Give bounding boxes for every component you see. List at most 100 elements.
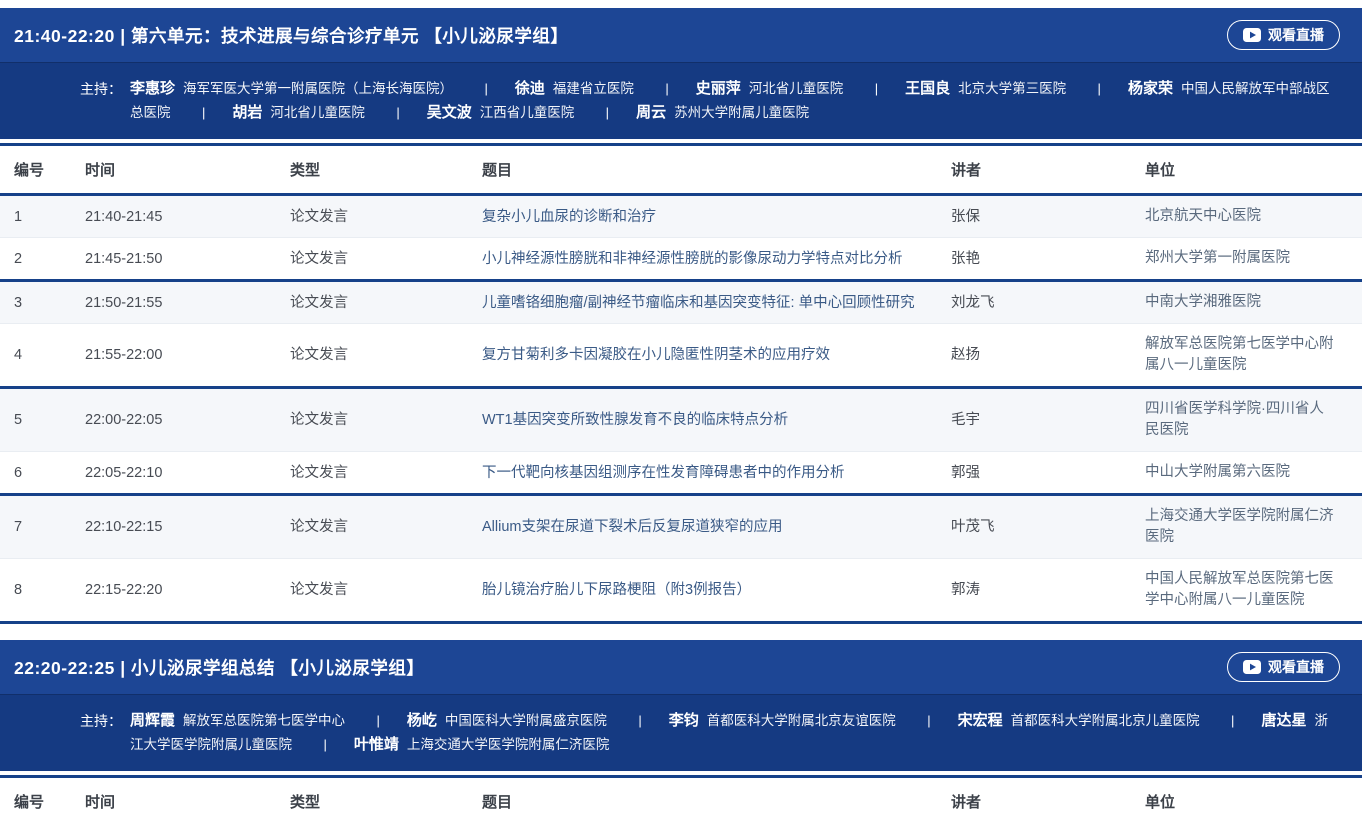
- cell-time: 22:00-22:05: [85, 388, 290, 452]
- video-play-icon: [1243, 660, 1261, 674]
- cell-number: 4: [0, 324, 85, 388]
- cell-type: 论文发言: [290, 495, 482, 559]
- moderator-item: | 周云苏州大学附属儿童医院: [579, 104, 809, 121]
- cell-type: 论文发言: [290, 238, 482, 281]
- cell-speaker: 刘龙飞: [951, 281, 1145, 324]
- cell-type: 论文发言: [290, 281, 482, 324]
- cell-unit: 上海交通大学医学院附属仁济医院: [1145, 495, 1362, 559]
- cell-title: 小儿神经源性膀胱和非神经源性膀胱的影像尿动力学特点对比分析: [482, 238, 951, 281]
- moderator-name: 史丽萍: [696, 80, 741, 97]
- session-section: 22:20-22:25 | 小儿泌尿学组总结 【小儿泌尿学组】 观看直播 主持：…: [0, 640, 1362, 819]
- cell-title: 下一代靶向核基因组测序在性发育障碍患者中的作用分析: [482, 452, 951, 495]
- moderator-item: |吴文波江西省儿童医院: [369, 104, 574, 121]
- cell-time: 22:15-22:20: [85, 559, 290, 623]
- moderator-name: 宋宏程: [958, 712, 1003, 729]
- program-sections: 21:40-22:20 | 第六单元：技术进展与综合诊疗单元 【小儿泌尿学组】 …: [0, 8, 1362, 819]
- moderator-affiliation: 福建省立医院: [553, 81, 634, 96]
- cell-number: 7: [0, 495, 85, 559]
- cell-type: 论文发言: [290, 324, 482, 388]
- moderator-item: |王国良北京大学第三医院: [848, 80, 1066, 97]
- moderator-separator: |: [323, 737, 326, 752]
- moderator-item: |周辉霞解放军总医院第七医学中心: [130, 712, 345, 729]
- session-title-bar: 21:40-22:20 | 第六单元：技术进展与综合诊疗单元 【小儿泌尿学组】 …: [0, 8, 1362, 62]
- table-row: 1 21:40-21:45 论文发言 复杂小儿血尿的诊断和治疗 张保 北京航天中…: [0, 195, 1362, 238]
- cell-time: 21:45-21:50: [85, 238, 290, 281]
- schedule-table: 编号 时间 类型 题目 讲者 单位: [0, 775, 1362, 819]
- moderator-item: |杨屹中国医科大学附属盛京医院: [349, 712, 606, 729]
- moderator-separator: |: [484, 81, 487, 96]
- table-row: 7 22:10-22:15 论文发言 Allium支架在尿道下裂术后反复尿道狭窄…: [0, 495, 1362, 559]
- cell-unit: 北京航天中心医院: [1145, 195, 1362, 238]
- moderator-item: | 宋宏程首都医科大学附属北京儿童医院: [900, 712, 1199, 729]
- moderator-name: 徐迪: [515, 80, 545, 97]
- moderator-affiliation: 上海交通大学医学院附属仁济医院: [407, 737, 610, 752]
- moderator-affiliation: 苏州大学附属儿童医院: [674, 105, 809, 120]
- moderators-label: 主持：: [0, 77, 130, 101]
- moderator-separator: |: [638, 713, 641, 728]
- cell-type: 论文发言: [290, 452, 482, 495]
- moderator-name: 周云: [636, 104, 666, 121]
- moderator-affiliation: 海军军医大学第一附属医院（上海长海医院）: [183, 81, 453, 96]
- cell-unit: 郑州大学第一附属医院: [1145, 238, 1362, 281]
- moderator-name: 周辉霞: [130, 712, 175, 729]
- col-header-type: 类型: [290, 145, 482, 195]
- table-header-row: 编号 时间 类型 题目 讲者 单位: [0, 145, 1362, 195]
- cell-title: 胎儿镜治疗胎儿下尿路梗阻（附3例报告）: [482, 559, 951, 623]
- cell-number: 1: [0, 195, 85, 238]
- table-row: 6 22:05-22:10 论文发言 下一代靶向核基因组测序在性发育障碍患者中的…: [0, 452, 1362, 495]
- moderator-name: 杨屹: [407, 712, 437, 729]
- session-title: 21:40-22:20 | 第六单元：技术进展与综合诊疗单元 【小儿泌尿学组】: [14, 23, 568, 48]
- cell-speaker: 赵扬: [951, 324, 1145, 388]
- moderator-separator: |: [1098, 81, 1101, 96]
- moderator-name: 叶惟靖: [354, 736, 399, 753]
- moderator-affiliation: 解放军总医院第七医学中心: [183, 713, 345, 728]
- col-header-number: 编号: [0, 777, 85, 819]
- col-header-time: 时间: [85, 145, 290, 195]
- moderators-list: |李惠珍海军军医大学第一附属医院（上海长海医院） | 徐迪福建省立医院 | 史丽萍河…: [130, 77, 1332, 125]
- cell-number: 3: [0, 281, 85, 324]
- cell-number: 5: [0, 388, 85, 452]
- cell-type: 论文发言: [290, 195, 482, 238]
- cell-time: 21:55-22:00: [85, 324, 290, 388]
- session-title: 22:20-22:25 | 小儿泌尿学组总结 【小儿泌尿学组】: [14, 655, 424, 680]
- watch-live-button[interactable]: 观看直播: [1227, 652, 1340, 682]
- cell-speaker: 张保: [951, 195, 1145, 238]
- moderator-name: 杨家荣: [1128, 80, 1173, 97]
- moderator-separator: |: [1231, 713, 1234, 728]
- moderator-affiliation: 首都医科大学附属北京友谊医院: [707, 713, 896, 728]
- moderator-item: | 徐迪福建省立医院: [457, 80, 633, 97]
- table-row: 5 22:00-22:05 论文发言 WT1基因突变所致性腺发育不良的临床特点分…: [0, 388, 1362, 452]
- cell-unit: 中国人民解放军总医院第七医学中心附属八一儿童医院: [1145, 559, 1362, 623]
- moderator-item: |李钧首都医科大学附属北京友谊医院: [611, 712, 895, 729]
- cell-type: 论文发言: [290, 388, 482, 452]
- moderator-affiliation: 北京大学第三医院: [958, 81, 1066, 96]
- col-header-speaker: 讲者: [951, 145, 1145, 195]
- moderator-affiliation: 河北省儿童医院: [270, 105, 365, 120]
- moderator-item: |李惠珍海军军医大学第一附属医院（上海长海医院）: [130, 80, 453, 97]
- col-header-unit: 单位: [1145, 145, 1362, 195]
- session-title-bar: 22:20-22:25 | 小儿泌尿学组总结 【小儿泌尿学组】 观看直播: [0, 640, 1362, 694]
- moderator-affiliation: 江西省儿童医院: [480, 105, 575, 120]
- moderator-separator: |: [875, 81, 878, 96]
- cell-unit: 解放军总医院第七医学中心附属八一儿童医院: [1145, 324, 1362, 388]
- moderator-affiliation: 首都医科大学附属北京儿童医院: [1011, 713, 1200, 728]
- col-header-speaker: 讲者: [951, 777, 1145, 819]
- watch-live-button[interactable]: 观看直播: [1227, 20, 1340, 50]
- schedule-rows: 1 21:40-21:45 论文发言 复杂小儿血尿的诊断和治疗 张保 北京航天中…: [0, 195, 1362, 623]
- moderator-separator: |: [665, 81, 668, 96]
- cell-title: 复方甘菊利多卡因凝胶在小儿隐匿性阴茎术的应用疗效: [482, 324, 951, 388]
- watch-live-label: 观看直播: [1268, 25, 1324, 45]
- table-row: 3 21:50-21:55 论文发言 儿童嗜铬细胞瘤/副神经节瘤临床和基因突变特…: [0, 281, 1362, 324]
- cell-time: 21:50-21:55: [85, 281, 290, 324]
- cell-title: 儿童嗜铬细胞瘤/副神经节瘤临床和基因突变特征: 单中心回顾性研究: [482, 281, 951, 324]
- cell-time: 22:10-22:15: [85, 495, 290, 559]
- moderator-item: |史丽萍河北省儿童医院: [638, 80, 843, 97]
- cell-type: 论文发言: [290, 559, 482, 623]
- cell-speaker: 毛宇: [951, 388, 1145, 452]
- moderator-separator: |: [927, 713, 930, 728]
- moderator-separator: |: [606, 105, 609, 120]
- col-header-unit: 单位: [1145, 777, 1362, 819]
- moderator-name: 吴文波: [427, 104, 472, 121]
- cell-title: 复杂小儿血尿的诊断和治疗: [482, 195, 951, 238]
- table-row: 4 21:55-22:00 论文发言 复方甘菊利多卡因凝胶在小儿隐匿性阴茎术的应…: [0, 324, 1362, 388]
